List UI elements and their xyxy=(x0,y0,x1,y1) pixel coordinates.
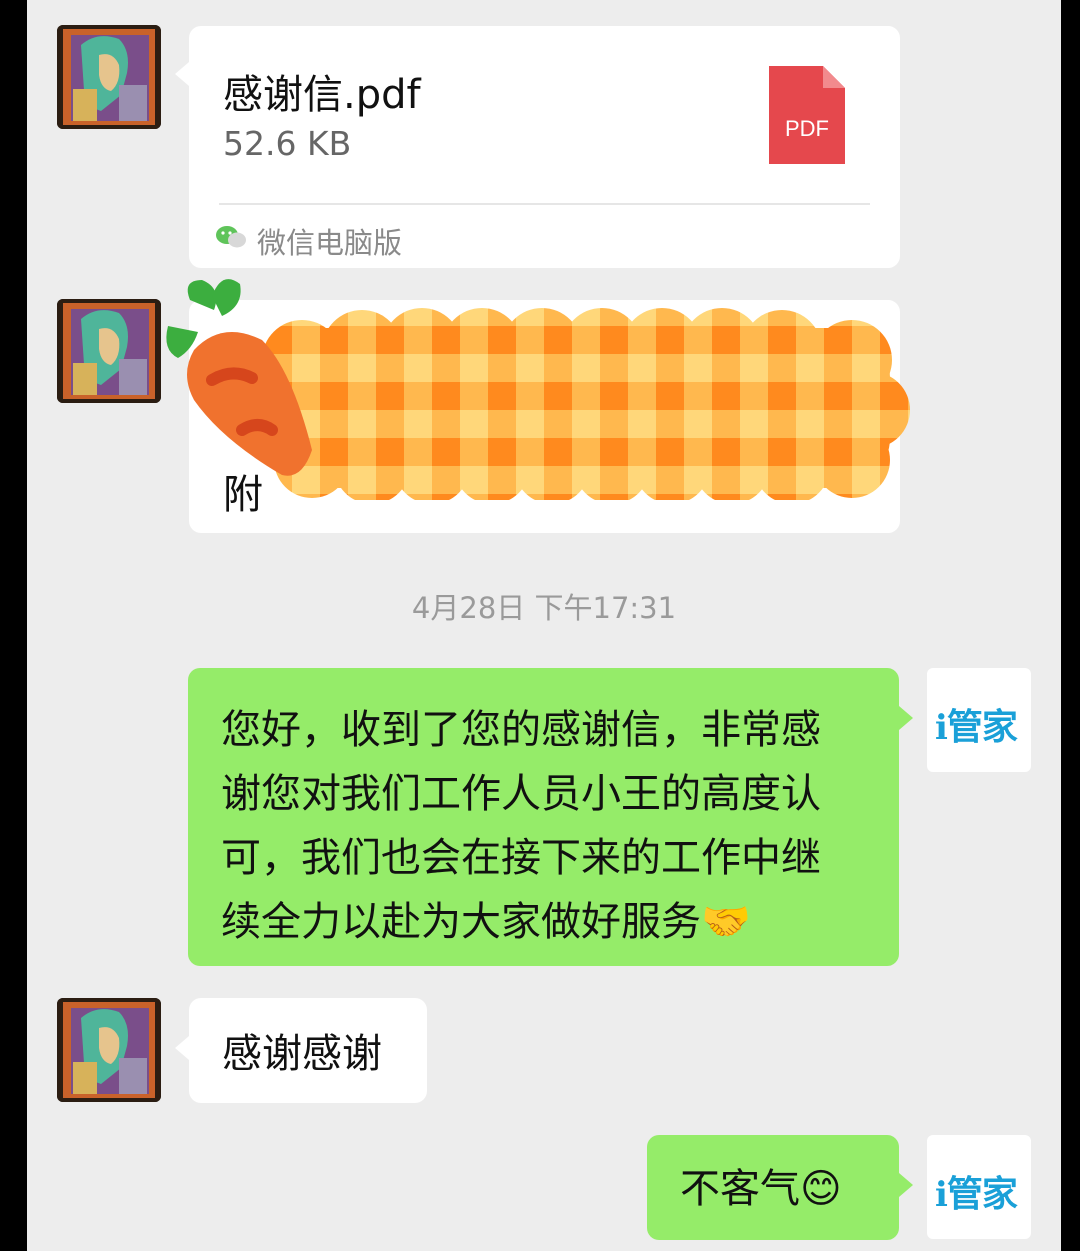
contact-avatar[interactable] xyxy=(57,299,161,403)
message-text: 感谢感谢 xyxy=(222,1031,382,1077)
thanks-message-bubble[interactable]: 感谢感谢 xyxy=(189,998,427,1103)
redaction-sticker xyxy=(166,279,910,500)
file-message-bubble[interactable]: 感谢信.pdf 52.6 KB PDF 微信电脑版 xyxy=(189,26,900,268)
portrait-painting-icon xyxy=(57,998,161,1102)
gingham-scribble xyxy=(262,308,910,500)
reply-line: 您好，收到了您的感谢信，非常感 xyxy=(221,707,821,753)
wechat-icon xyxy=(216,226,246,248)
reply-message-bubble[interactable]: 您好，收到了您的感谢信，非常感 谢您对我们工作人员小王的高度认 可，我们也会在接… xyxy=(188,668,899,966)
service-avatar[interactable]: ℹ管家 xyxy=(927,668,1031,772)
bubble-tail xyxy=(175,62,189,86)
portrait-painting-icon xyxy=(57,299,161,403)
file-source-app: 微信电脑版 xyxy=(257,226,403,260)
pdf-label: PDF xyxy=(785,116,829,141)
welcome-message-bubble[interactable]: 不客气😊 xyxy=(647,1135,899,1240)
guanjia-logo-icon: ℹ管家 xyxy=(935,1174,1018,1215)
message-timestamp: 4月28日 下午17:31 xyxy=(411,591,677,625)
file-size: 52.6 KB xyxy=(223,124,352,163)
contact-avatar[interactable] xyxy=(57,998,161,1102)
message-text: 不客气😊 xyxy=(680,1166,842,1212)
bubble-tail xyxy=(175,1036,189,1060)
divider xyxy=(219,203,870,205)
guanjia-logo-icon: ℹ管家 xyxy=(935,707,1018,748)
reply-line: 可，我们也会在接下来的工作中继 xyxy=(221,835,821,881)
file-name: 感谢信.pdf xyxy=(223,72,421,118)
reply-line: 谢您对我们工作人员小王的高度认 xyxy=(221,771,821,817)
portrait-painting-icon xyxy=(57,25,161,129)
chat-area[interactable]: 感谢信.pdf 52.6 KB PDF 微信电脑版 谢 附 xyxy=(27,0,1061,1251)
pdf-file-icon: PDF xyxy=(769,66,845,164)
reply-line: 续全力以赴为大家做好服务🤝 xyxy=(221,899,751,945)
service-avatar[interactable]: ℹ管家 xyxy=(927,1135,1031,1239)
bubble-tail xyxy=(899,1173,913,1197)
contact-avatar[interactable] xyxy=(57,25,161,129)
bubble-tail xyxy=(899,706,913,730)
